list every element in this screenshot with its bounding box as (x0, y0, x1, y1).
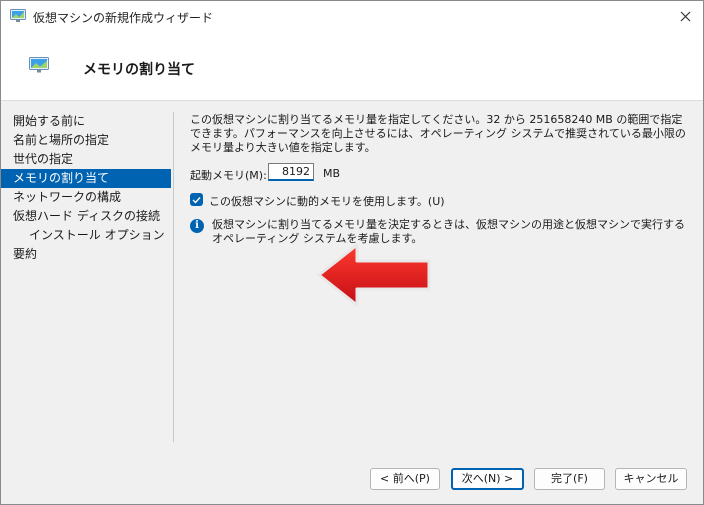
red-arrow-icon (317, 243, 431, 307)
startup-memory-input[interactable]: 8192 (268, 163, 314, 181)
wizard-nav: 開始する前に 名前と場所の指定 世代の指定 メモリの割り当て ネットワークの構成… (1, 112, 171, 264)
monitor-icon (29, 57, 49, 73)
finish-button[interactable]: 完了(F) (534, 468, 605, 490)
page-title: メモリの割り当て (83, 62, 195, 78)
wizard-window: 仮想マシンの新規作成ウィザード メモリの割り当て 開始する前に 名前と場所の指定… (0, 0, 704, 505)
nav-divider (173, 112, 174, 442)
memory-content: この仮想マシンに割り当てるメモリ量を指定してください。32 から 2516582… (190, 113, 690, 245)
nav-item-network[interactable]: ネットワークの構成 (1, 188, 171, 207)
close-button[interactable] (673, 5, 697, 27)
title-bar: 仮想マシンの新規作成ウィザード (1, 1, 703, 32)
checkmark-icon (192, 196, 201, 204)
wizard-header: メモリの割り当て (1, 32, 703, 100)
memory-unit-label: MB (323, 167, 341, 180)
memory-description: この仮想マシンに割り当てるメモリ量を指定してください。32 から 2516582… (190, 113, 686, 154)
close-icon (680, 11, 690, 21)
monitor-icon (10, 9, 26, 22)
next-button[interactable]: 次へ(N) > (451, 468, 524, 490)
nav-item-install-options[interactable]: インストール オプション (1, 226, 171, 245)
info-icon: i (190, 219, 204, 233)
nav-item-summary[interactable]: 要約 (1, 245, 171, 264)
nav-item-memory[interactable]: メモリの割り当て (1, 169, 171, 188)
nav-item-generation[interactable]: 世代の指定 (1, 150, 171, 169)
dynamic-memory-label: この仮想マシンに動的メモリを使用します。(U) (209, 195, 445, 208)
nav-item-before-you-begin[interactable]: 開始する前に (1, 112, 171, 131)
wizard-footer: < 前へ(P) 次へ(N) > 完了(F) キャンセル (1, 451, 703, 504)
nav-item-virtual-disk[interactable]: 仮想ハード ディスクの接続 (1, 207, 171, 226)
info-text: 仮想マシンに割り当てるメモリ量を決定するときは、仮想マシンの用途と仮想マシンで実… (212, 218, 685, 245)
previous-button[interactable]: < 前へ(P) (370, 468, 440, 490)
cancel-button[interactable]: キャンセル (615, 468, 687, 490)
startup-memory-row: 起動メモリ(M): 8192 MB (190, 163, 390, 185)
startup-memory-label: 起動メモリ(M): (190, 169, 267, 182)
dynamic-memory-checkbox[interactable] (190, 193, 203, 206)
window-title: 仮想マシンの新規作成ウィザード (33, 11, 214, 25)
nav-item-name-location[interactable]: 名前と場所の指定 (1, 131, 171, 150)
wizard-body: 開始する前に 名前と場所の指定 世代の指定 メモリの割り当て ネットワークの構成… (1, 100, 703, 452)
